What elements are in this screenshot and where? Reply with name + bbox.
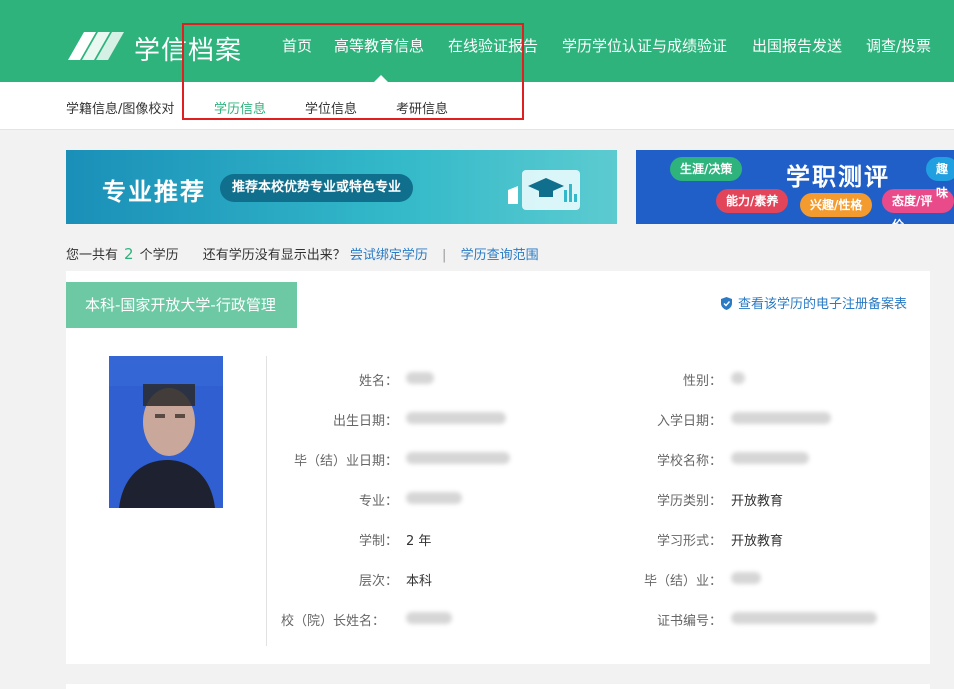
nav-overseas-report[interactable]: 出国报告发送 [752, 35, 842, 56]
field-label: 专业： [358, 494, 398, 509]
field-value-major [406, 490, 462, 505]
field-label: 学习形式： [656, 534, 722, 549]
field-label: 学校名称： [656, 454, 722, 469]
shield-icon [721, 297, 732, 310]
field-label: 校（院）长姓名： [280, 614, 385, 629]
logo-icon [68, 32, 124, 60]
registration-form-link[interactable]: 查看该学历的电子注册备案表 [721, 293, 907, 312]
chip-ability: 能力/素养 [716, 189, 789, 213]
record-tag: 本科-国家开放大学-行政管理 [66, 282, 297, 328]
field-value-birthdate [406, 410, 506, 425]
field-label: 学制： [358, 534, 398, 549]
field-label: 性别： [682, 374, 722, 389]
field-label: 姓名： [358, 374, 398, 389]
chip-career-decision: 生涯/决策 [670, 157, 743, 181]
major-recommend-banner[interactable]: 专业推荐 推荐本校优势专业或特色专业 [66, 150, 617, 224]
summary-question: 还有学历没有显示出来？ [202, 248, 346, 263]
field-label: 毕（结）业： [643, 574, 722, 589]
banner2-title: 学职测评 [786, 163, 890, 191]
tab-enrollment-info[interactable]: 学籍信息/图像校对 [66, 98, 174, 117]
registration-form-label: 查看该学历的电子注册备案表 [738, 297, 908, 312]
education-count: 2 [124, 245, 134, 263]
graduation-cap-icon [508, 170, 580, 210]
field-label: 学历类别： [656, 494, 722, 509]
highlight-box [182, 23, 524, 120]
nav-survey-vote[interactable]: 调查/投票 [866, 35, 931, 56]
divider-line [266, 356, 267, 646]
divider: | [442, 248, 447, 263]
field-value-graduation-date [406, 450, 510, 465]
chip-interest: 兴趣/性格 [800, 193, 873, 217]
next-record-card [66, 684, 930, 689]
field-value-president [406, 610, 452, 625]
career-assessment-banner[interactable]: 生涯/决策 能力/素养 学职测评 兴趣/性格 态度/评价 趣味 [636, 150, 954, 224]
field-value-graduation-status [731, 570, 761, 585]
query-scope-link[interactable]: 学历查询范围 [461, 248, 539, 263]
field-value-study-form: 开放教育 [731, 534, 784, 549]
bind-education-link[interactable]: 尝试绑定学历 [350, 248, 428, 263]
summary-prefix: 您一共有 [66, 248, 119, 263]
field-value-level: 本科 [406, 574, 433, 589]
field-value-name [406, 370, 434, 385]
field-label: 毕（结）业日期： [293, 454, 398, 469]
education-summary: 您一共有 2 个学历 还有学历没有显示出来？ 尝试绑定学历 | 学历查询范围 [66, 244, 539, 263]
field-label: 证书编号： [656, 614, 722, 629]
banner-title: 专业推荐 [102, 178, 206, 206]
summary-suffix: 个学历 [139, 248, 179, 263]
field-value-gender [731, 370, 745, 385]
field-value-education-type: 开放教育 [731, 494, 784, 509]
portrait-photo [109, 356, 223, 508]
field-value-enrollment-date [731, 410, 831, 425]
education-record-card: 本科-国家开放大学-行政管理 查看该学历的电子注册备案表 姓名： 出生日期： 毕… [66, 271, 930, 664]
banner-pill: 推荐本校优势专业或特色专业 [220, 174, 414, 202]
field-value-school-name [731, 450, 809, 465]
field-label: 入学日期： [656, 414, 722, 429]
chip-fun: 趣味 [926, 157, 954, 200]
field-value-duration: 2 年 [406, 534, 432, 549]
avatar [109, 356, 223, 508]
field-value-certificate-number [731, 610, 877, 625]
field-label: 出生日期： [332, 414, 398, 429]
nav-degree-certification[interactable]: 学历学位认证与成绩验证 [562, 35, 727, 56]
field-label: 层次： [358, 574, 398, 589]
